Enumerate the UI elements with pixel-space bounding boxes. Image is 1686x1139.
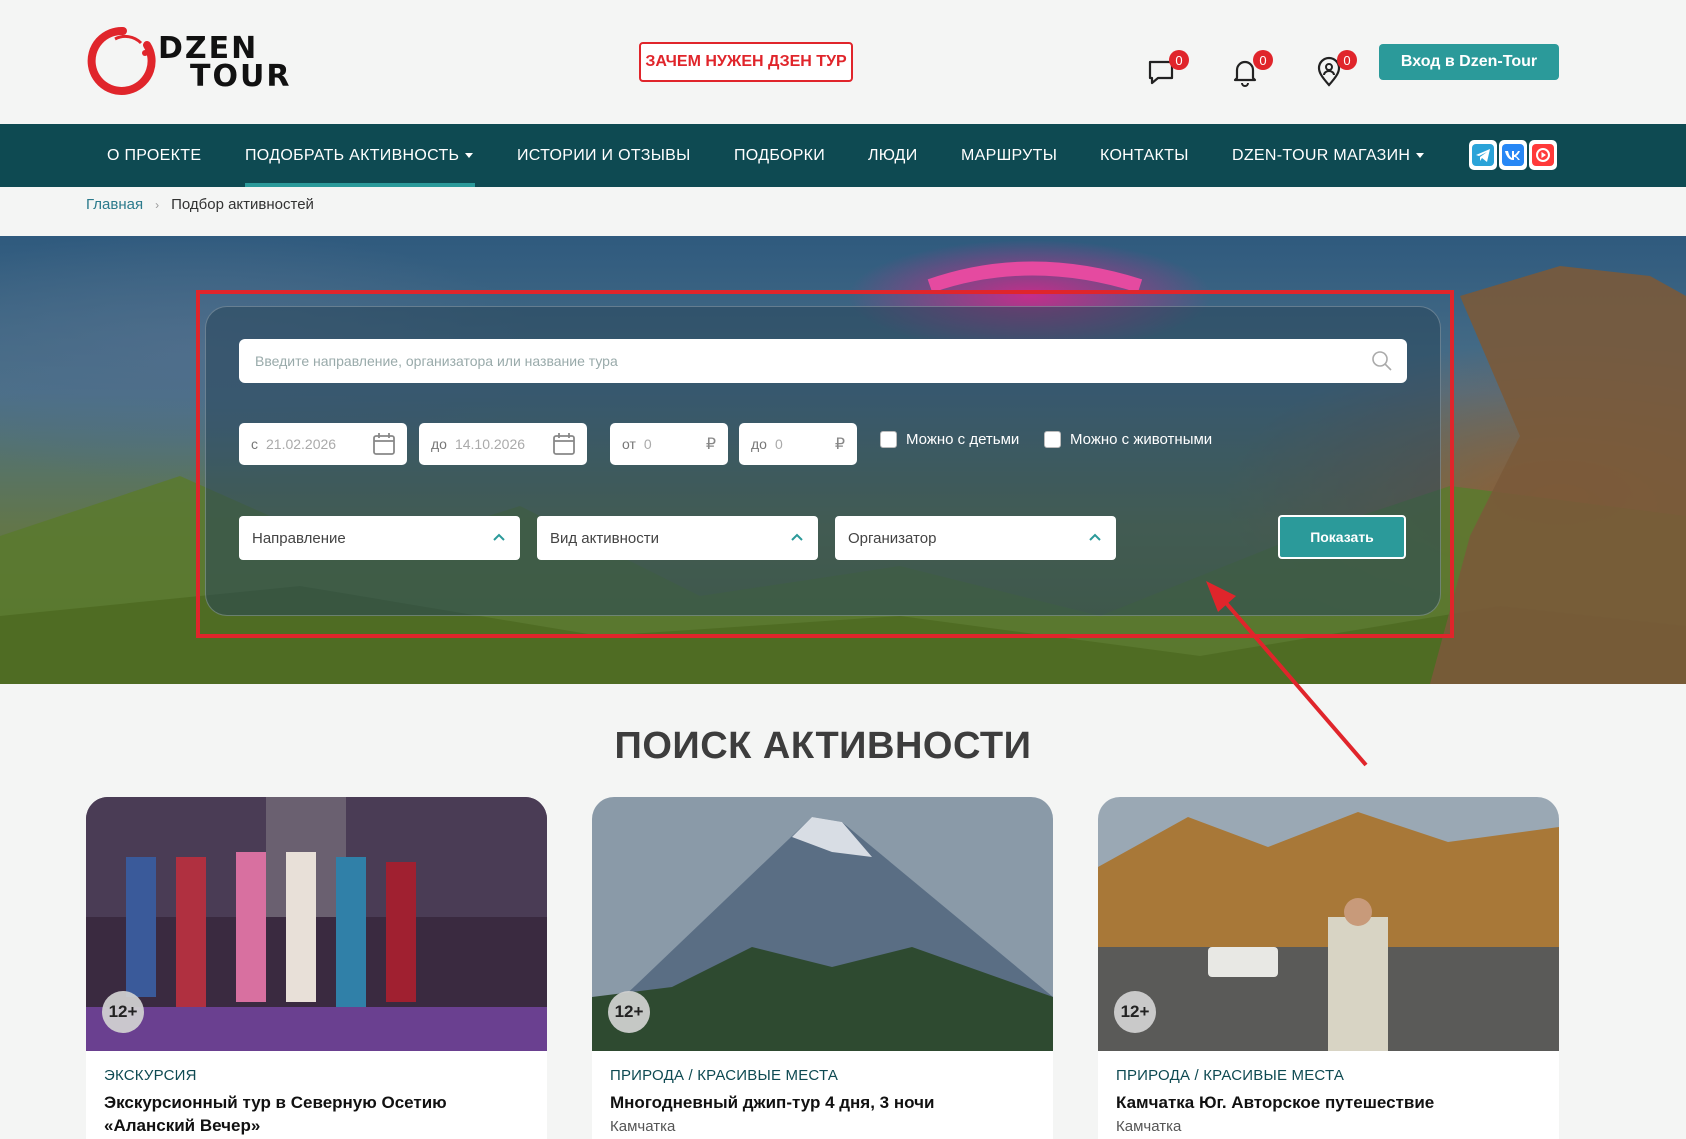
age-badge: 12+ bbox=[608, 991, 650, 1033]
card-title[interactable]: Экскурсионный тур в Северную Осетию «Ала… bbox=[104, 1091, 529, 1137]
breadcrumb-separator-icon: › bbox=[155, 197, 160, 212]
activity-card[interactable]: 12+ ПРИРОДА / КРАСИВЫЕ МЕСТА Многодневны… bbox=[592, 797, 1053, 1139]
video-icon bbox=[1532, 144, 1554, 166]
nav-item-routes[interactable]: МАРШРУТЫ bbox=[961, 124, 1057, 187]
nav-item-label: DZEN-TOUR МАГАЗИН bbox=[1232, 146, 1411, 164]
vk-icon bbox=[1502, 144, 1524, 166]
location-count-badge: 0 bbox=[1337, 50, 1357, 70]
highlight-frame bbox=[196, 290, 1454, 638]
nav-item-label: КОНТАКТЫ bbox=[1100, 146, 1189, 164]
location-button[interactable]: 0 bbox=[1309, 50, 1357, 94]
nav-item-stories[interactable]: ИСТОРИИ И ОТЗЫВЫ bbox=[517, 124, 691, 187]
section-title: ПОИСК АКТИВНОСТИ bbox=[614, 725, 1032, 767]
telegram-link[interactable] bbox=[1469, 140, 1497, 170]
breadcrumb: Главная › Подбор активностей bbox=[86, 196, 314, 213]
nav-item-label: МАРШРУТЫ bbox=[961, 146, 1058, 164]
age-badge: 12+ bbox=[1114, 991, 1156, 1033]
nav-item-find-activity[interactable]: ПОДОБРАТЬ АКТИВНОСТЬ bbox=[245, 124, 476, 187]
breadcrumb-current: Подбор активностей bbox=[171, 196, 314, 213]
vk-link[interactable] bbox=[1499, 140, 1527, 170]
card-category[interactable]: ПРИРОДА / КРАСИВЫЕ МЕСТА bbox=[610, 1067, 838, 1084]
dzen-tour-logo[interactable]: DZEN TOUR bbox=[85, 25, 305, 100]
logo-text-bottom: TOUR bbox=[190, 59, 292, 94]
activity-card[interactable]: 12+ ЭКСКУРСИЯ Экскурсионный тур в Северн… bbox=[86, 797, 547, 1139]
nav-item-collections[interactable]: ПОДБОРКИ bbox=[734, 124, 825, 187]
breadcrumb-home-link[interactable]: Главная bbox=[86, 196, 143, 213]
main-nav: О ПРОЕКТЕ ПОДОБРАТЬ АКТИВНОСТЬ ИСТОРИИ И… bbox=[0, 124, 1686, 187]
card-image bbox=[86, 797, 547, 1051]
site-header: DZEN TOUR ЗАЧЕМ НУЖЕН ДЗЕН ТУР 0 0 0 Вхо… bbox=[0, 0, 1686, 124]
activity-card[interactable]: 12+ ПРИРОДА / КРАСИВЫЕ МЕСТА Камчатка Юг… bbox=[1098, 797, 1559, 1139]
nav-item-about[interactable]: О ПРОЕКТЕ bbox=[107, 124, 201, 187]
telegram-icon bbox=[1472, 144, 1494, 166]
notifications-count-badge: 0 bbox=[1253, 50, 1273, 70]
nav-item-label: ПОДБОРКИ bbox=[734, 146, 826, 164]
nav-item-label: О ПРОЕКТЕ bbox=[107, 146, 202, 164]
age-badge: 12+ bbox=[102, 991, 144, 1033]
card-title[interactable]: Многодневный джип-тур 4 дня, 3 ночи bbox=[610, 1091, 1035, 1114]
card-location: Камчатка bbox=[610, 1118, 676, 1135]
card-image bbox=[592, 797, 1053, 1051]
nav-item-people[interactable]: ЛЮДИ bbox=[868, 124, 918, 187]
nav-item-label: ПОДОБРАТЬ АКТИВНОСТЬ bbox=[245, 146, 460, 164]
card-category[interactable]: ЭКСКУРСИЯ bbox=[104, 1067, 197, 1084]
nav-item-label: ИСТОРИИ И ОТЗЫВЫ bbox=[517, 146, 691, 164]
nav-item-shop[interactable]: DZEN-TOUR МАГАЗИН bbox=[1232, 124, 1425, 187]
nav-item-label: ЛЮДИ bbox=[868, 146, 918, 164]
caret-down-icon bbox=[1416, 153, 1425, 158]
card-location: Камчатка bbox=[1116, 1118, 1182, 1135]
card-category[interactable]: ПРИРОДА / КРАСИВЫЕ МЕСТА bbox=[1116, 1067, 1344, 1084]
nav-item-contacts[interactable]: КОНТАКТЫ bbox=[1100, 124, 1189, 187]
messages-count-badge: 0 bbox=[1169, 50, 1189, 70]
social-links bbox=[1469, 140, 1557, 170]
video-link[interactable] bbox=[1529, 140, 1557, 170]
card-image bbox=[1098, 797, 1559, 1051]
why-dzen-tour-button[interactable]: ЗАЧЕМ НУЖЕН ДЗЕН ТУР bbox=[639, 42, 853, 82]
messages-button[interactable]: 0 bbox=[1141, 50, 1189, 94]
notifications-button[interactable]: 0 bbox=[1225, 50, 1273, 94]
login-button[interactable]: Вход в Dzen-Tour bbox=[1379, 44, 1559, 80]
card-title[interactable]: Камчатка Юг. Авторское путешествие bbox=[1116, 1091, 1541, 1114]
caret-down-icon bbox=[465, 153, 474, 158]
